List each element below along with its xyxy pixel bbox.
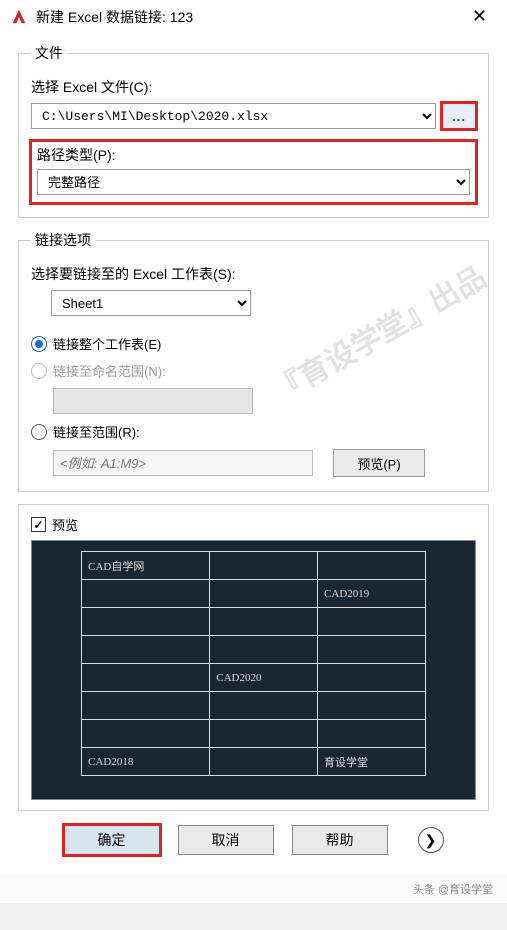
radio-range-label: 链接至范围(R): [53,422,140,441]
preview-table: CAD自学网 CAD2019 CAD2020 CAD2018育设学堂 [81,551,426,776]
close-icon[interactable]: ✕ [462,6,497,27]
radio-cell-range[interactable]: 链接至范围(R): [31,422,476,441]
app-logo-icon [10,8,28,26]
radio-icon [31,336,47,352]
path-type-select[interactable]: 完整路径 [37,169,470,195]
dialog-title: 新建 Excel 数据链接: 123 [36,7,462,27]
file-select-label: 选择 Excel 文件(C): [31,77,476,97]
link-options-section: 链接选项 『育设学堂』出品 选择要链接至的 Excel 工作表(S): Shee… [18,230,489,492]
radio-named-range: 链接至命名范围(N): [31,361,476,380]
radio-whole-sheet[interactable]: 链接整个工作表(E) [31,334,476,353]
table-row [82,608,426,636]
radio-icon [31,424,47,440]
table-row [82,636,426,664]
preview-button[interactable]: 预览(P) [333,449,425,477]
table-row [82,692,426,720]
file-section: 文件 选择 Excel 文件(C): C:\Users\MI\Desktop\2… [18,43,489,218]
preview-checkbox-label: 预览 [52,515,78,534]
checkbox-icon: ✓ [31,517,46,532]
browse-button[interactable]: ... [442,103,476,129]
table-row [82,720,426,748]
preview-section: ✓ 预览 CAD自学网 CAD2019 CAD2020 CAD2018育设学堂 [18,504,489,811]
expand-icon[interactable]: ❯ [418,827,444,853]
link-legend: 链接选项 [31,230,95,250]
file-legend: 文件 [31,43,67,63]
table-row: CAD2020 [82,664,426,692]
preview-checkbox[interactable]: ✓ 预览 [31,515,476,534]
path-type-label: 路径类型(P): [37,145,470,165]
table-row: CAD自学网 [82,552,426,580]
named-range-select [53,388,253,414]
sheet-select-label: 选择要链接至的 Excel 工作表(S): [31,264,476,284]
dialog-window: 新建 Excel 数据链接: 123 ✕ 文件 选择 Excel 文件(C): … [0,0,507,903]
titlebar: 新建 Excel 数据链接: 123 ✕ [0,0,507,33]
range-input [53,450,313,476]
button-row: 确定 取消 帮助 ❯ [18,811,489,861]
cancel-button[interactable]: 取消 [178,825,274,855]
ok-button[interactable]: 确定 [64,825,160,855]
radio-named-label: 链接至命名范围(N): [53,361,166,380]
dialog-body: 文件 选择 Excel 文件(C): C:\Users\MI\Desktop\2… [0,33,507,875]
preview-canvas: CAD自学网 CAD2019 CAD2020 CAD2018育设学堂 [31,540,476,800]
sheet-select[interactable]: Sheet1 [51,290,251,316]
help-button[interactable]: 帮助 [292,825,388,855]
radio-whole-label: 链接整个工作表(E) [53,334,161,353]
table-row: CAD2018育设学堂 [82,748,426,776]
table-row: CAD2019 [82,580,426,608]
radio-icon [31,363,47,379]
file-path-select[interactable]: C:\Users\MI\Desktop\2020.xlsx [31,103,436,129]
footer-attribution: 头条 @育设学堂 [0,875,507,903]
